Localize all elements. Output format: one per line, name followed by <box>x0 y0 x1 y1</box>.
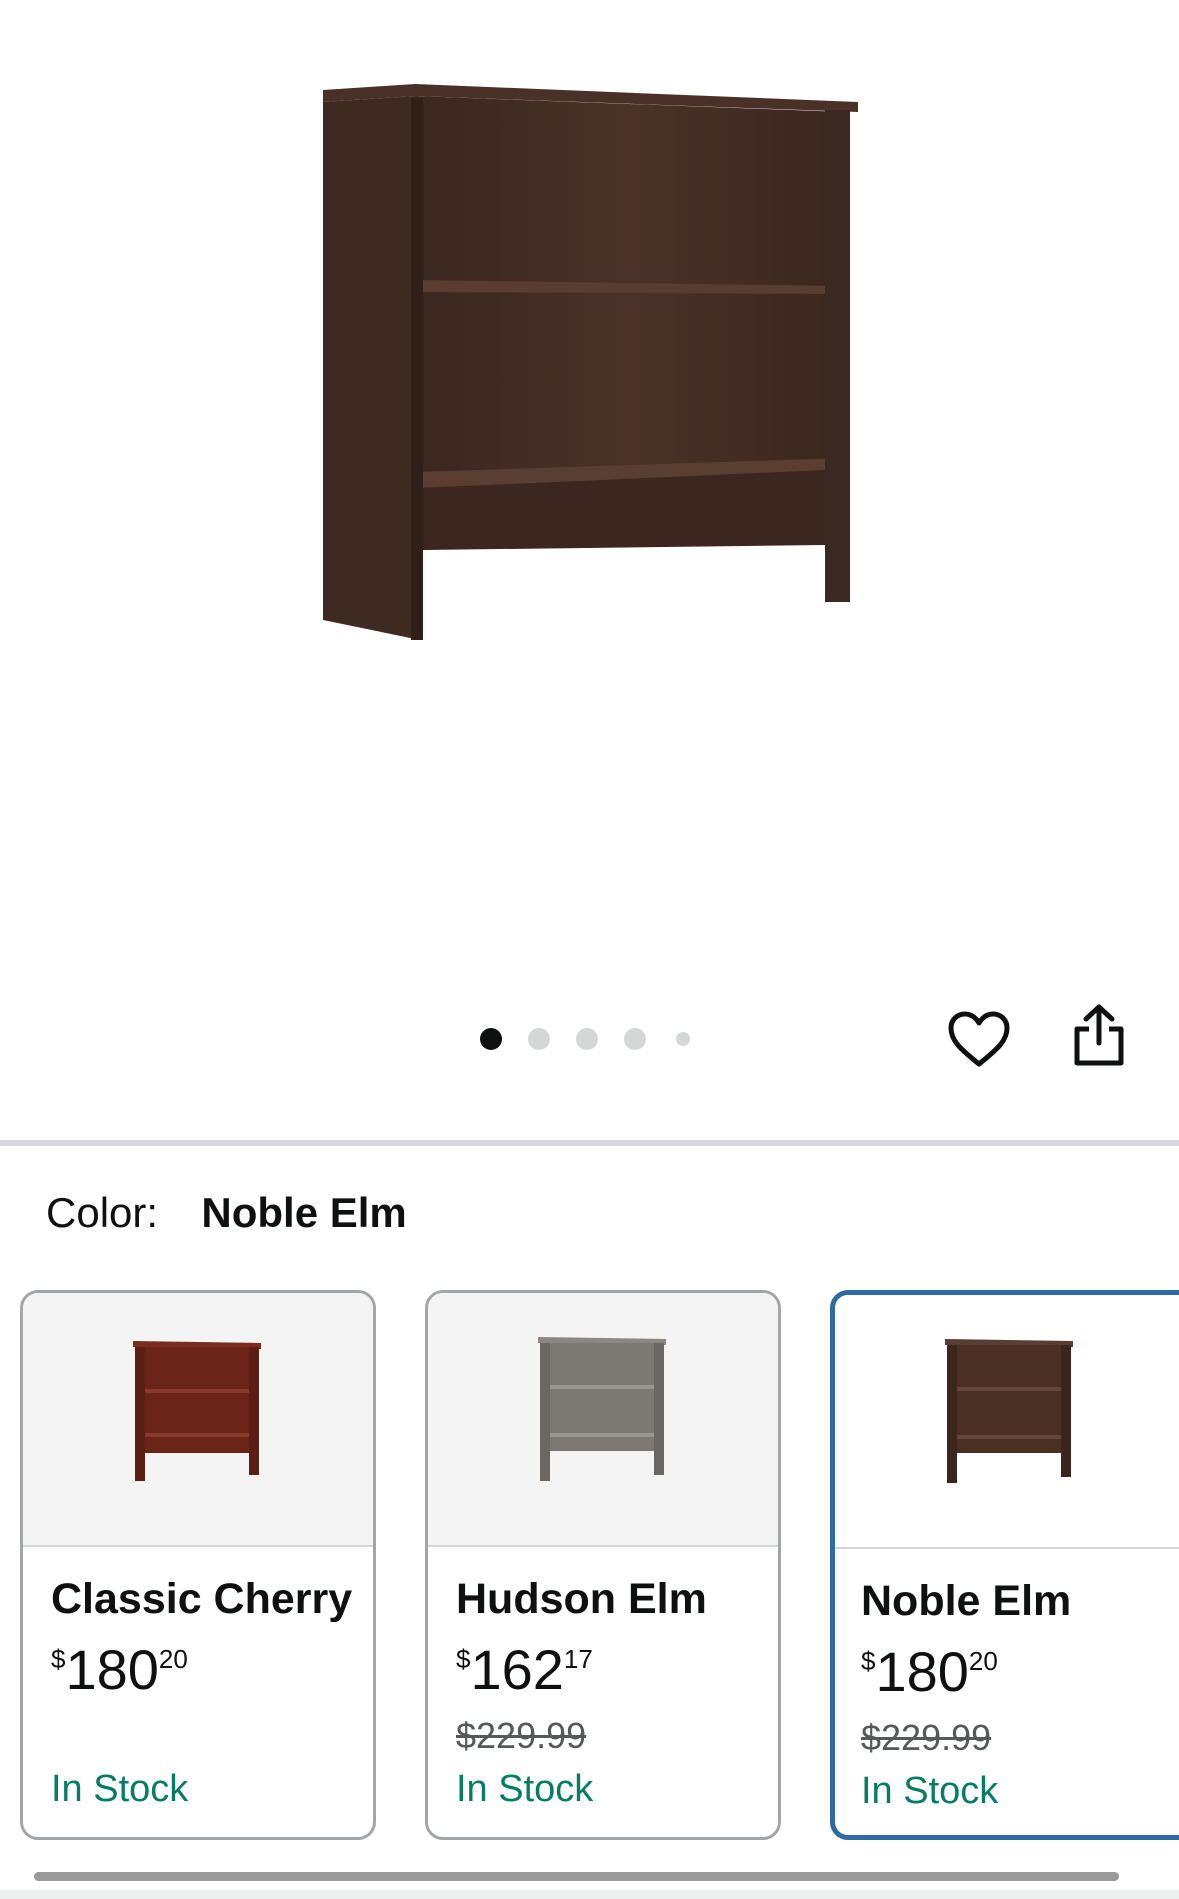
price-fraction: 20 <box>158 1644 188 1674</box>
heart-icon <box>948 1011 1010 1067</box>
price-currency: $ <box>51 1644 66 1674</box>
price-fraction: 17 <box>563 1644 593 1674</box>
price-currency: $ <box>861 1646 876 1676</box>
product-image-gallery[interactable] <box>0 0 1179 1140</box>
product-image-hutch[interactable] <box>315 80 875 650</box>
price-whole: 180 <box>875 1640 969 1703</box>
availability-status: In Stock <box>456 1768 594 1810</box>
price-whole: 180 <box>65 1638 159 1701</box>
share-button[interactable] <box>1067 1004 1131 1068</box>
color-label: Color: <box>46 1189 159 1236</box>
carousel-scrollbar[interactable] <box>34 1872 1119 1881</box>
color-option-price: $18020 <box>861 1640 998 1704</box>
availability-status: In Stock <box>861 1770 999 1812</box>
bottom-divider <box>0 1890 1179 1899</box>
hutch-thumbnail <box>133 1341 261 1481</box>
color-option-noble-elm[interactable]: Noble Elm $18020 $229.99 In Stock <box>830 1290 1179 1840</box>
price-currency: $ <box>456 1644 471 1674</box>
hutch-thumbnail <box>945 1339 1073 1483</box>
carousel-scrollbar-thumb[interactable] <box>34 1872 1119 1881</box>
color-option-image <box>835 1295 1179 1549</box>
original-price: $229.99 <box>456 1715 587 1756</box>
pagination-dot[interactable] <box>528 1028 550 1050</box>
color-options-carousel[interactable]: Classic Cherry $18020 In Stock Hudson El… <box>0 1290 1179 1845</box>
color-option-hudson-elm[interactable]: Hudson Elm $16217 $229.99 In Stock <box>425 1290 781 1840</box>
color-option-name: Noble Elm <box>861 1577 1072 1625</box>
color-option-name: Hudson Elm <box>456 1575 707 1623</box>
color-option-price: $18020 <box>51 1638 188 1702</box>
color-selected-value: Noble Elm <box>201 1189 407 1236</box>
hutch-thumbnail <box>538 1337 666 1481</box>
color-option-image <box>23 1293 373 1547</box>
pagination-dot[interactable] <box>576 1028 598 1050</box>
color-option-price: $16217 <box>456 1638 593 1702</box>
original-price: $229.99 <box>861 1717 992 1758</box>
color-selection-row: Color: Noble Elm <box>46 1185 407 1241</box>
pagination-dot-active[interactable] <box>480 1028 502 1050</box>
color-option-classic-cherry[interactable]: Classic Cherry $18020 In Stock <box>20 1290 376 1840</box>
price-fraction: 20 <box>968 1646 998 1676</box>
price-whole: 162 <box>470 1638 564 1701</box>
availability-status: In Stock <box>51 1768 189 1810</box>
share-icon <box>1074 1004 1124 1066</box>
favorite-button[interactable] <box>947 1008 1011 1072</box>
color-option-name: Classic Cherry <box>51 1575 353 1623</box>
pagination-dot[interactable] <box>676 1032 690 1046</box>
color-option-image <box>428 1293 778 1547</box>
section-divider <box>0 1140 1179 1146</box>
gallery-pagination <box>480 1024 716 1054</box>
pagination-dot[interactable] <box>624 1028 646 1050</box>
